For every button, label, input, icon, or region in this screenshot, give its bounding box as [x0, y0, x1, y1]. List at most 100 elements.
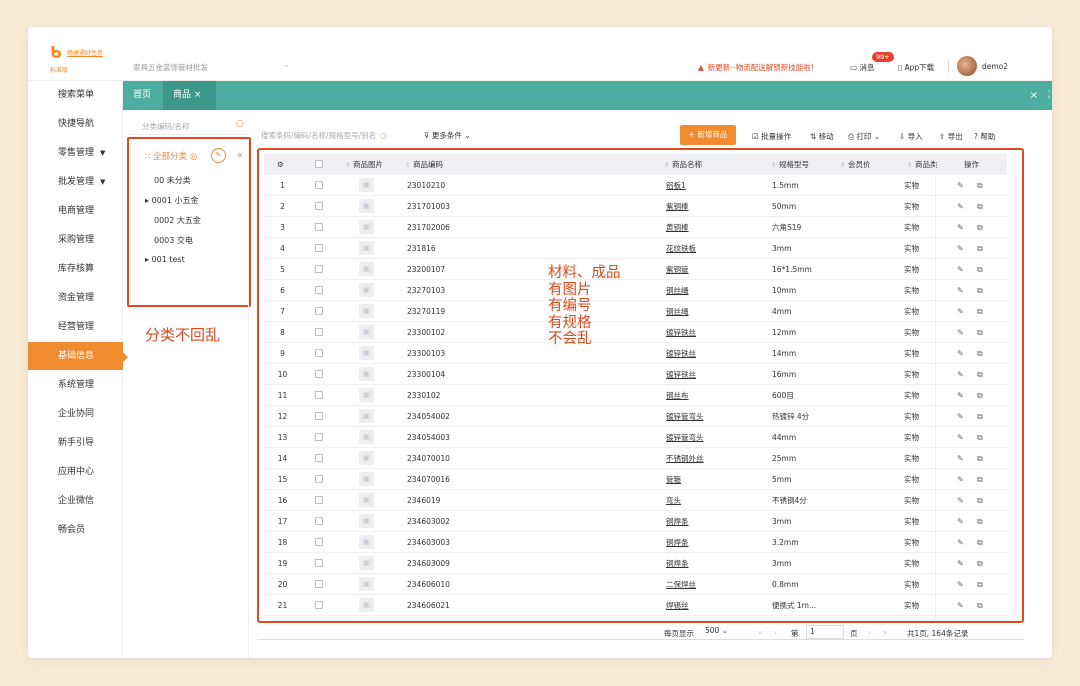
app-download-button[interactable]: ▯ App下载	[898, 62, 934, 73]
search-icon[interactable]: ○	[236, 119, 244, 129]
row-checkbox[interactable]	[315, 265, 323, 273]
table-row[interactable]: 20 ▣ 234606010 二保焊丝 0.8mm 实物 ✎ ⧉	[264, 574, 1007, 595]
copy-icon[interactable]: ⧉	[977, 238, 983, 259]
copy-icon[interactable]: ⧉	[977, 301, 983, 322]
copy-icon[interactable]: ⧉	[977, 427, 983, 448]
first-page-icon[interactable]: «	[758, 628, 763, 637]
image-placeholder-icon[interactable]: ▣	[359, 367, 374, 381]
copy-icon[interactable]: ⧉	[977, 490, 983, 511]
image-placeholder-icon[interactable]: ▣	[359, 472, 374, 486]
sidebar-item[interactable]: 畅会员	[28, 516, 123, 544]
cell-name[interactable]: 镀锌铁丝	[666, 322, 696, 343]
sidebar-item[interactable]: 新手引导	[28, 429, 123, 457]
update-notice[interactable]: ▲ 新更新--物流配送解锁新技能啦!	[698, 62, 814, 73]
sidebar-item[interactable]: 批发管理 ▼	[28, 168, 123, 196]
more-conditions-button[interactable]: ⊽ 更多条件 ⌄	[424, 130, 471, 141]
cell-name[interactable]: 铜焊条	[666, 511, 689, 532]
copy-icon[interactable]: ⧉	[977, 322, 983, 343]
edit-icon[interactable]: ✎	[957, 469, 964, 490]
cell-name[interactable]: 弯头	[666, 490, 681, 511]
cell-name[interactable]: 紫铜管	[666, 259, 689, 280]
image-placeholder-icon[interactable]: ▣	[359, 283, 374, 297]
cell-name[interactable]: 铝板1	[666, 175, 686, 196]
copy-icon[interactable]: ⧉	[977, 511, 983, 532]
logo[interactable]: ᑲ 畅捷通好生意 标准版	[50, 45, 120, 79]
messages-button[interactable]: ▭ 消息	[850, 62, 874, 73]
row-checkbox[interactable]	[315, 475, 323, 483]
row-checkbox[interactable]	[315, 454, 323, 462]
edit-icon[interactable]: ✎	[957, 301, 964, 322]
table-row[interactable]: 6 ▣ 23270103 钢丝绳 10mm 实物 ✎ ⧉	[264, 280, 1007, 301]
scrollbar[interactable]	[1014, 175, 1017, 615]
tab-home[interactable]: 首页	[123, 81, 161, 110]
copy-icon[interactable]: ⧉	[977, 553, 983, 574]
fullscreen-icon[interactable]: ⛶	[1048, 81, 1052, 110]
table-row[interactable]: 2 ▣ 231701003 紫铜棒 50mm 实物 ✎ ⧉	[264, 196, 1007, 217]
row-checkbox[interactable]	[315, 433, 323, 441]
sidebar-item[interactable]: 基础信息	[28, 342, 128, 370]
copy-icon[interactable]: ⧉	[977, 469, 983, 490]
category-item[interactable]: 00 未分类	[154, 175, 191, 186]
image-placeholder-icon[interactable]: ▣	[359, 493, 374, 507]
edit-icon[interactable]: ✎	[957, 280, 964, 301]
row-checkbox[interactable]	[315, 601, 323, 609]
image-placeholder-icon[interactable]: ▣	[359, 220, 374, 234]
copy-icon[interactable]: ⧉	[977, 364, 983, 385]
cell-name[interactable]: 钢丝绳	[666, 301, 689, 322]
cell-name[interactable]: 铜焊条	[666, 553, 689, 574]
row-checkbox[interactable]	[315, 580, 323, 588]
row-checkbox[interactable]	[315, 223, 323, 231]
table-row[interactable]: 14 ▣ 234070010 不锈钢外丝 25mm 实物 ✎ ⧉	[264, 448, 1007, 469]
username[interactable]: demo2	[982, 62, 1008, 71]
per-page-select[interactable]: 500 ⌄	[702, 625, 740, 639]
sidebar-item[interactable]: 快捷导航	[28, 110, 123, 138]
image-placeholder-icon[interactable]: ▣	[359, 346, 374, 360]
table-row[interactable]: 8 ▣ 23300102 镀锌铁丝 12mm 实物 ✎ ⧉	[264, 322, 1007, 343]
table-row[interactable]: 19 ▣ 234603009 铜焊条 3mm 实物 ✎ ⧉	[264, 553, 1007, 574]
sidebar-item[interactable]: 企业协同	[28, 400, 123, 428]
copy-icon[interactable]: ⧉	[977, 532, 983, 553]
store-select[interactable]: 家具五金装饰管材批发 ⌄	[133, 60, 290, 73]
settings-icon[interactable]: ◎	[190, 152, 197, 162]
header-type[interactable]: ⇕ 商品类	[907, 154, 938, 175]
category-search-input[interactable]: 分类编码/名称 ○	[130, 119, 248, 135]
cell-name[interactable]: 镀锌铁丝	[666, 364, 696, 385]
help-button[interactable]: ? 帮助	[974, 131, 995, 142]
edit-icon[interactable]: ✎	[957, 259, 964, 280]
search-icon[interactable]: ○	[380, 131, 387, 140]
batch-button[interactable]: ☑ 批量操作	[752, 131, 791, 142]
header-member-price[interactable]: ⇕ 会员价	[840, 154, 871, 175]
image-placeholder-icon[interactable]: ▣	[359, 178, 374, 192]
table-row[interactable]: 9 ▣ 23300103 镀锌铁丝 14mm 实物 ✎ ⧉	[264, 343, 1007, 364]
row-checkbox[interactable]	[315, 559, 323, 567]
table-row[interactable]: 16 ▣ 2346019 弯头 不锈钢4分 实物 ✎ ⧉	[264, 490, 1007, 511]
table-row[interactable]: 5 ▣ 23200107 紫铜管 16*1.5mm 实物 ✎ ⧉	[264, 259, 1007, 280]
edit-icon[interactable]: ✎	[957, 490, 964, 511]
copy-icon[interactable]: ⧉	[977, 175, 983, 196]
edit-icon[interactable]: ✎	[957, 322, 964, 343]
edit-icon[interactable]: ✎	[957, 595, 964, 616]
cell-name[interactable]: 镀锌管弯头	[666, 406, 704, 427]
copy-icon[interactable]: ⧉	[977, 406, 983, 427]
edit-icon[interactable]: ✎	[957, 511, 964, 532]
row-checkbox[interactable]	[315, 391, 323, 399]
goods-search-input[interactable]: 搜索条码/编码/名称/规格型号/别名 ○	[261, 130, 387, 141]
cell-name[interactable]: 铜焊条	[666, 532, 689, 553]
image-placeholder-icon[interactable]: ▣	[359, 556, 374, 570]
table-row[interactable]: 7 ▣ 23270119 钢丝绳 4mm 实物 ✎ ⧉	[264, 301, 1007, 322]
column-settings-icon[interactable]: ⚙	[277, 154, 284, 175]
table-row[interactable]: 21 ▣ 234606021 焊锡丝 便携式 1m... 实物 ✎ ⧉	[264, 595, 1007, 616]
edit-icon[interactable]: ✎	[957, 574, 964, 595]
edit-icon[interactable]: ✎	[957, 238, 964, 259]
tab-goods[interactable]: 商品 ×	[163, 81, 216, 110]
cell-name[interactable]: 黄铜棒	[666, 217, 689, 238]
image-placeholder-icon[interactable]: ▣	[359, 598, 374, 612]
prev-page-icon[interactable]: ‹	[774, 628, 777, 637]
image-placeholder-icon[interactable]: ▣	[359, 304, 374, 318]
edit-category-icon[interactable]: ✎	[211, 148, 226, 163]
image-placeholder-icon[interactable]: ▣	[359, 388, 374, 402]
table-row[interactable]: 4 ▣ 231816 花纹铁板 3mm 实物 ✎ ⧉	[264, 238, 1007, 259]
copy-icon[interactable]: ⧉	[977, 343, 983, 364]
edit-icon[interactable]: ✎	[957, 532, 964, 553]
copy-icon[interactable]: ⧉	[977, 196, 983, 217]
